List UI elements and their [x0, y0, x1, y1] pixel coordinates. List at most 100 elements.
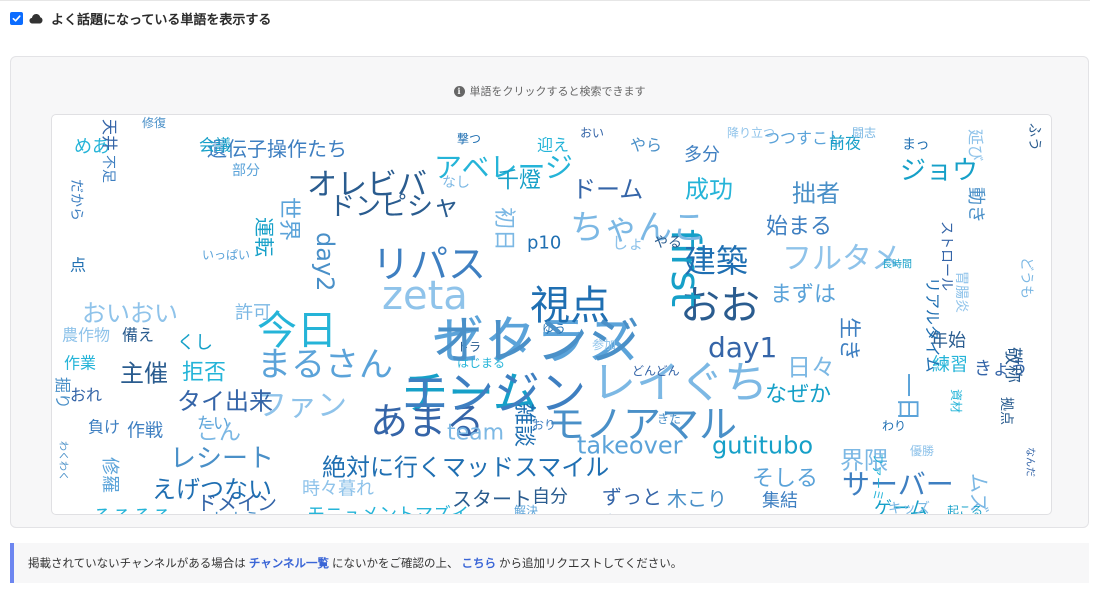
cloud-word[interactable]: やら: [630, 136, 662, 155]
cloud-word[interactable]: 解決: [514, 504, 538, 514]
cloud-word[interactable]: 不足: [100, 155, 116, 183]
cloud-word[interactable]: 修羅: [99, 457, 120, 493]
cloud-word[interactable]: リパス: [372, 242, 486, 286]
cloud-word[interactable]: 日々: [787, 353, 835, 381]
cloud-word[interactable]: リアルタイム: [923, 277, 942, 373]
cloud-word[interactable]: わくわく: [57, 441, 69, 481]
cloud-word[interactable]: タイ出来: [177, 387, 273, 415]
cloud-word[interactable]: ずっと: [602, 485, 662, 509]
cloud-word[interactable]: 拒否: [182, 361, 226, 386]
cloud-word[interactable]: 闘志: [852, 126, 876, 140]
cloud-word[interactable]: 降り立つ: [727, 125, 775, 140]
cloud-word[interactable]: おれ: [70, 386, 102, 405]
cloud-word[interactable]: どうも: [1018, 257, 1034, 299]
cloud-word[interactable]: 胃腸炎: [953, 271, 969, 313]
cloud-word[interactable]: 絶対に行くマッドスマイル: [322, 453, 609, 481]
cloud-word[interactable]: 主催: [120, 359, 168, 387]
cloud-word[interactable]: 初日: [491, 207, 516, 251]
cloud-word[interactable]: くし: [177, 332, 213, 353]
cloud-word[interactable]: 運転: [252, 217, 276, 257]
cloud-word[interactable]: まずは: [770, 283, 836, 308]
cloud-word[interactable]: いっぱい: [202, 248, 250, 262]
cloud-word[interactable]: 迎え: [537, 136, 569, 155]
cloud-word[interactable]: わり: [882, 419, 906, 433]
request-link[interactable]: こちら: [461, 555, 496, 571]
cloud-word[interactable]: 動き: [965, 187, 986, 223]
cloud-word[interactable]: 多分: [684, 144, 720, 165]
cloud-word[interactable]: 作業: [64, 354, 96, 373]
cloud-word[interactable]: day1: [708, 331, 777, 364]
cloud-word[interactable]: エンジン: [402, 366, 586, 420]
cloud-word[interactable]: 優勝: [910, 443, 934, 458]
cloud-word[interactable]: 集結: [762, 490, 798, 511]
cloud-word[interactable]: やる: [654, 235, 682, 251]
cloud-word[interactable]: まっ: [902, 137, 929, 153]
cloud-word[interactable]: 資材: [949, 389, 963, 413]
cloud-word[interactable]: 時々暮れ: [302, 478, 374, 499]
cloud-word[interactable]: 点: [70, 256, 86, 275]
cloud-word[interactable]: こん: [197, 421, 241, 446]
cloud-word[interactable]: 作戦: [127, 420, 163, 441]
cloud-word[interactable]: おい: [580, 126, 604, 140]
cloud-word[interactable]: 生き: [836, 317, 861, 361]
cloud-word[interactable]: 拙者: [792, 179, 840, 207]
cloud-word[interactable]: 建築: [684, 242, 748, 280]
top-divider: [0, 0, 1090, 1]
cloud-word[interactable]: そしる: [752, 467, 818, 492]
cloud-word[interactable]: なし: [442, 175, 470, 191]
cloud-word[interactable]: p10: [527, 232, 561, 253]
cloud-word[interactable]: 起こる: [947, 504, 983, 514]
cloud-word[interactable]: 長時間: [882, 259, 912, 271]
cloud-word[interactable]: 部分: [232, 163, 260, 179]
cloud-word[interactable]: キッズ: [888, 501, 930, 514]
cloud-word[interactable]: 負け: [88, 418, 120, 437]
cloud-word[interactable]: 備え: [122, 326, 154, 345]
cloud-word[interactable]: ホテル: [602, 512, 650, 514]
show-words-label[interactable]: よく話題になっている単語を表示する: [51, 9, 271, 28]
cloud-word[interactable]: 一日: [894, 373, 922, 421]
search-hint: i 単語をクリックすると検索できます: [11, 83, 1088, 99]
show-words-checkbox[interactable]: [10, 11, 23, 25]
cloud-word[interactable]: 始まる: [766, 215, 832, 240]
cloud-word[interactable]: 拠点: [998, 397, 1014, 425]
cloud-word[interactable]: しよう: [212, 510, 260, 514]
cloud-word[interactable]: おいおい: [82, 299, 178, 327]
channel-list-link[interactable]: チャンネル一覧: [249, 555, 329, 571]
cloud-word[interactable]: 天井: [100, 119, 119, 151]
cloud-word[interactable]: 修復: [142, 115, 166, 130]
cloud-word[interactable]: だから: [68, 179, 84, 221]
cloud-word[interactable]: gutitubo: [712, 431, 813, 459]
cloud-word[interactable]: team: [447, 421, 504, 446]
cloud-word[interactable]: ファーミ: [871, 453, 885, 501]
cloud-word[interactable]: 許可: [235, 302, 271, 323]
cloud-word[interactable]: 敬称: [1002, 347, 1023, 383]
cloud-word[interactable]: おり: [532, 418, 556, 432]
cloud-word[interactable]: 延び: [966, 129, 985, 161]
search-hint-text: 単語をクリックすると検索できます: [469, 85, 646, 98]
cloud-word[interactable]: ドーム: [572, 175, 643, 203]
cloud-word[interactable]: 撃つ: [457, 131, 481, 146]
cloud-word[interactable]: きた: [657, 412, 681, 426]
cloud-word[interactable]: 掘り: [53, 377, 72, 409]
cloud-word[interactable]: レシート: [170, 444, 274, 474]
cloud-word[interactable]: 農作物: [62, 326, 110, 345]
cloud-word[interactable]: ストロール: [938, 221, 954, 291]
word-cloud-panel: i 単語をクリックすると検索できます ゼタラス チーム レイぐち 視点 zeta おお 今日…: [10, 56, 1089, 528]
cloud-word[interactable]: 木こり: [667, 487, 727, 511]
cloud-word[interactable]: まるさん: [257, 345, 393, 385]
cloud-word[interactable]: そろそろ: [92, 505, 172, 514]
cloud-word[interactable]: イノシシ: [692, 512, 756, 514]
word-cloud-canvas: ゼタラスチーム レイぐち視点zeta おお今日あまる モノアマルリパスまるさんfirs…: [53, 115, 1042, 514]
cloud-word[interactable]: 会議: [199, 136, 231, 155]
cloud-word[interactable]: 千燈: [497, 169, 541, 194]
cloud-word[interactable]: オレンジ: [432, 312, 640, 372]
cloud-word[interactable]: なぜか: [765, 383, 831, 408]
cloud-word[interactable]: ふう: [1026, 123, 1042, 151]
cloud-word[interactable]: モニュメントマズイ: [307, 504, 469, 514]
cloud-word[interactable]: 世界: [276, 197, 301, 241]
cloud-word[interactable]: day2: [311, 232, 339, 291]
cloud-word[interactable]: ドンピシャ: [329, 192, 459, 222]
cloud-word[interactable]: なんだ: [1024, 447, 1036, 477]
cloud-word[interactable]: 成功: [685, 175, 733, 203]
cloud-word[interactable]: しょ: [612, 234, 644, 253]
